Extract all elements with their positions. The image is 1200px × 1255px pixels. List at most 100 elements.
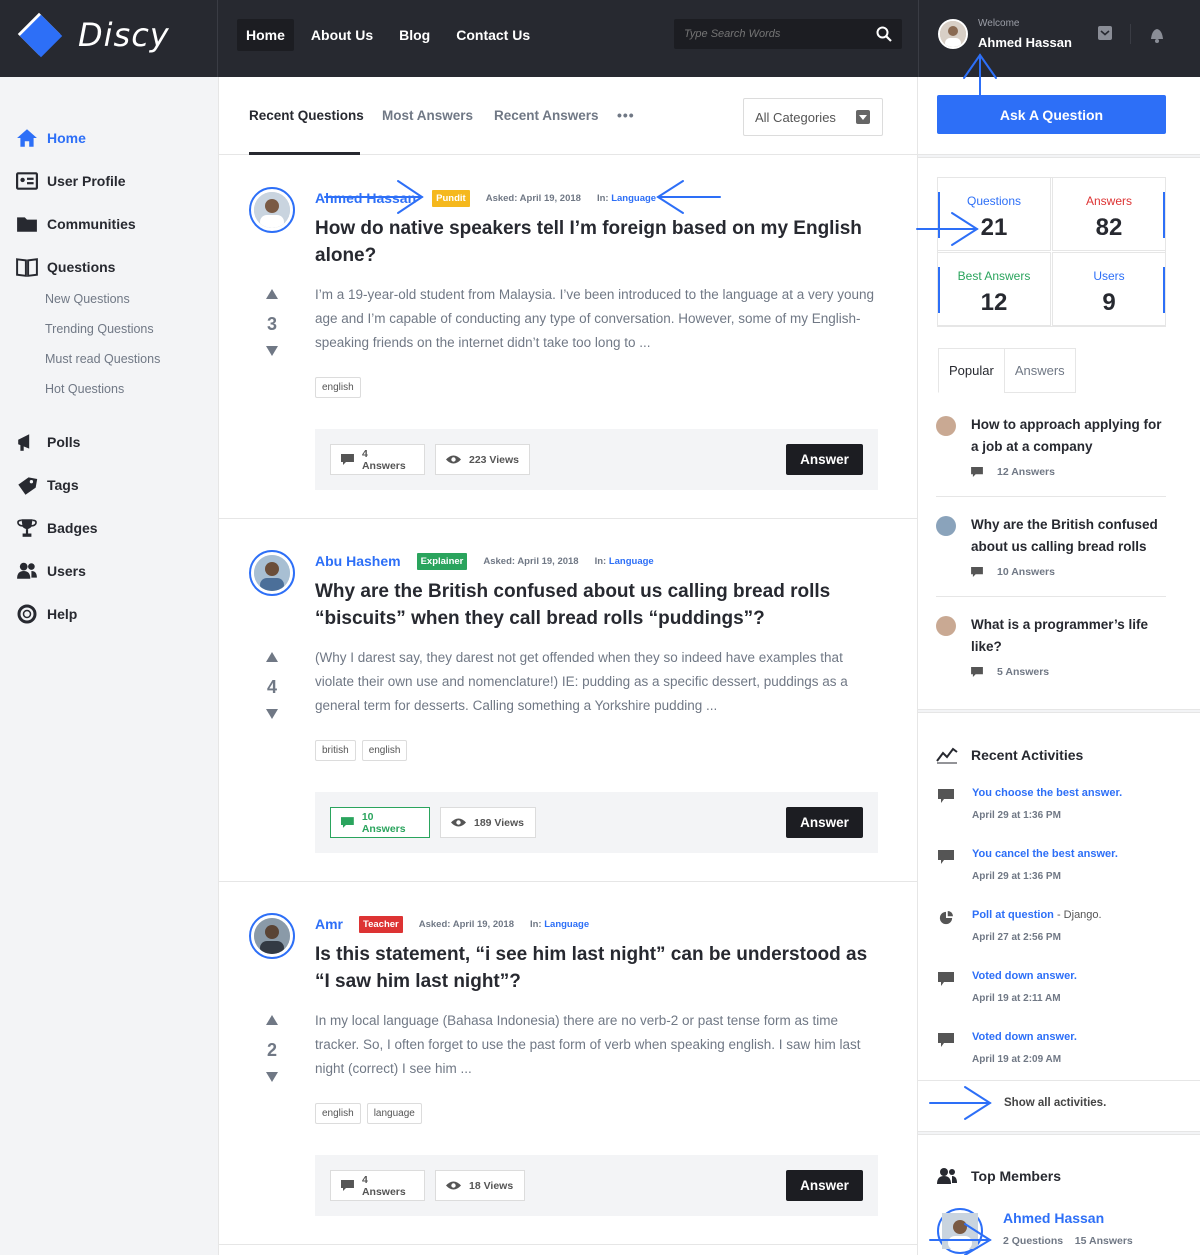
author-name[interactable]: Abu Hashem (315, 553, 401, 569)
sidebar-sub-hot-questions[interactable]: Hot Questions (45, 382, 124, 396)
question-title[interactable]: Why are the British confused about us ca… (315, 578, 875, 632)
activity-text[interactable]: You choose the best answer. (972, 787, 1122, 799)
sidebar-sub-must-read-questions[interactable]: Must read Questions (45, 352, 160, 366)
nav-about-us[interactable]: About Us (302, 19, 382, 51)
sidebar-item-badges[interactable]: Badges (16, 518, 98, 538)
asked-date: Asked: April 19, 2018 (485, 192, 581, 204)
activity-text[interactable]: Voted down answer. (972, 970, 1077, 982)
category-link[interactable]: Language (544, 919, 589, 930)
author-avatar[interactable] (249, 550, 295, 596)
tab-most-answers[interactable]: Most Answers (382, 108, 473, 123)
activity-text[interactable]: You cancel the best answer. (972, 848, 1118, 860)
tab-recent-questions[interactable]: Recent Questions (249, 108, 364, 123)
ask-question-button[interactable]: Ask A Question (937, 95, 1166, 134)
sidebar-sub-new-questions[interactable]: New Questions (45, 292, 130, 306)
tab-recent-answers[interactable]: Recent Answers (494, 108, 599, 123)
answers-count: 10 Answers (997, 566, 1055, 578)
sidebar-item-help[interactable]: Help (16, 604, 77, 624)
nav-contact-us[interactable]: Contact Us (447, 19, 539, 51)
question-card: Ahmed Hassan Pundit Asked: April 19, 201… (219, 156, 917, 519)
divider (936, 496, 1166, 497)
answers-count-button[interactable]: 4 Answers (330, 1170, 425, 1201)
sidebar-item-home[interactable]: Home (16, 128, 86, 148)
sidebar-item-users[interactable]: Users (16, 561, 86, 581)
sidebar-item-communities[interactable]: Communities (16, 214, 136, 234)
author-name[interactable]: Ahmed Hassan (315, 190, 416, 206)
pie-chart-icon (939, 911, 953, 925)
activity-link[interactable]: You choose the best answer. (972, 787, 1122, 799)
tag-icon (18, 477, 38, 495)
views-count-label: 223 Views (469, 453, 520, 466)
avatar-image (254, 555, 290, 591)
sidebar-item-user-profile[interactable]: User Profile (16, 171, 126, 191)
popular-item-title[interactable]: How to approach applying for a job at a … (971, 414, 1166, 458)
activity-item: You choose the best answer. April 29 at … (936, 787, 1176, 827)
search-icon[interactable] (876, 26, 892, 42)
stat-accent-bar (1163, 192, 1165, 238)
question-title[interactable]: How do native speakers tell I’m foreign … (315, 215, 875, 269)
avatar[interactable] (936, 416, 956, 436)
tab-answers[interactable]: Answers (1003, 348, 1076, 393)
sidebar-item-tags[interactable]: Tags (16, 475, 79, 495)
answer-button[interactable]: Answer (786, 807, 863, 838)
vote-down-icon[interactable] (266, 346, 278, 356)
tag-language[interactable]: language (366, 1103, 422, 1124)
avatar[interactable] (936, 616, 956, 636)
author-avatar[interactable] (249, 913, 295, 959)
avatar[interactable] (936, 516, 956, 536)
tag-english[interactable]: english (361, 740, 408, 761)
author-name[interactable]: Amr (315, 916, 343, 932)
author-avatar[interactable] (249, 187, 295, 233)
vote-count: 3 (266, 314, 277, 334)
activity-link[interactable]: Poll at question (972, 909, 1054, 921)
search-input[interactable] (674, 19, 864, 49)
answer-button[interactable]: Answer (786, 1170, 863, 1201)
activity-text[interactable]: Voted down answer. (972, 1031, 1077, 1043)
popular-item: What is a programmer’s life like? 5 Answ… (936, 614, 1166, 684)
vote-down-icon[interactable] (266, 709, 278, 719)
welcome-user-name[interactable]: Ahmed Hassan (978, 35, 1072, 50)
activity-item: Poll at question - Django. April 27 at 2… (936, 909, 1176, 949)
stats-widget: Questions 21 Answers 82 Best Answers 12 … (937, 177, 1166, 327)
tab-popular[interactable]: Popular (938, 348, 1005, 393)
activity-link[interactable]: Voted down answer. (972, 970, 1077, 982)
activity-link[interactable]: Voted down answer. (972, 1031, 1077, 1043)
answers-count-button[interactable]: 4 Answers (330, 444, 425, 475)
sidebar-sub-trending-questions[interactable]: Trending Questions (45, 322, 154, 336)
answers-count-button[interactable]: 10 Answers (330, 807, 430, 838)
question-title[interactable]: Is this statement, “i see him last night… (315, 941, 875, 995)
tag-english[interactable]: english (315, 1103, 361, 1124)
category-select-value: All Categories (755, 110, 836, 125)
site-logo[interactable]: Discy (16, 10, 170, 60)
tag-british[interactable]: british (315, 740, 356, 761)
sidebar-item-polls[interactable]: Polls (16, 432, 80, 452)
nav-home[interactable]: Home (237, 19, 294, 51)
popular-item-title[interactable]: What is a programmer’s life like? (971, 614, 1166, 658)
nav-blog[interactable]: Blog (390, 19, 439, 51)
category-link[interactable]: Language (611, 193, 656, 204)
category-link[interactable]: Language (609, 556, 654, 567)
popular-item-title[interactable]: Why are the British confused about us ca… (971, 514, 1166, 558)
category-select[interactable]: All Categories (743, 98, 883, 136)
sidebar-item-questions[interactable]: Questions (16, 257, 115, 277)
question-tags: english language (315, 1103, 428, 1124)
header-divider (1130, 24, 1131, 44)
divider (936, 596, 1166, 597)
vote-up-icon[interactable] (266, 1015, 278, 1025)
messages-icon[interactable] (1098, 26, 1112, 40)
activity-text[interactable]: Poll at question - Django. (972, 909, 1102, 921)
welcome-label: Welcome (978, 18, 1020, 29)
bell-icon[interactable] (1148, 26, 1166, 44)
user-avatar[interactable] (938, 19, 968, 49)
vote-up-icon[interactable] (266, 289, 278, 299)
member-avatar[interactable] (937, 1208, 983, 1254)
tabs-more-button[interactable]: ••• (617, 107, 635, 123)
member-name[interactable]: Ahmed Hassan (1003, 1210, 1104, 1226)
show-all-activities-link[interactable]: Show all activities. (1004, 1097, 1106, 1109)
activity-link[interactable]: You cancel the best answer. (972, 848, 1118, 860)
vote-up-icon[interactable] (266, 652, 278, 662)
tag-english[interactable]: english (315, 377, 361, 398)
vote-down-icon[interactable] (266, 1072, 278, 1082)
answer-button[interactable]: Answer (786, 444, 863, 475)
comment-icon (341, 817, 354, 828)
